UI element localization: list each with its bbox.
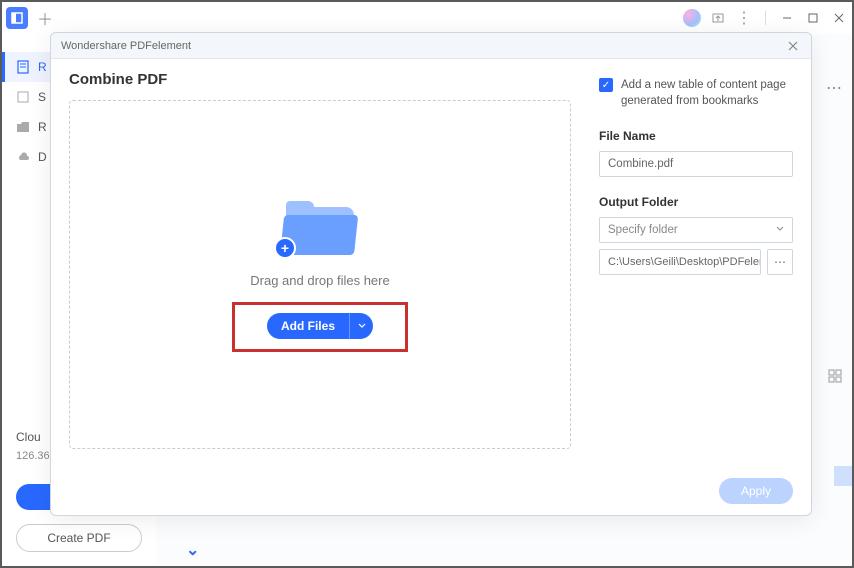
bottom-accent-icon: ⌄ [186,540,199,560]
add-files-highlight: Add Files [232,302,408,352]
edge-accent [834,466,852,486]
minimize-icon[interactable] [778,9,796,27]
apply-button[interactable]: Apply [719,478,793,504]
dialog-titlebar: Wondershare PDFelement [51,33,811,59]
create-pdf-button[interactable]: Create PDF [16,524,142,552]
combine-pdf-dialog: Wondershare PDFelement Combine PDF + Dra… [50,32,812,516]
file-name-input[interactable] [599,151,793,177]
share-icon[interactable] [709,9,727,27]
toc-checkbox[interactable]: ✓ [599,78,613,92]
sidebar-item-label: R [38,120,47,134]
sidebar-item-label: R [38,60,47,74]
star-icon [16,90,30,104]
plus-icon: + [274,237,296,259]
select-placeholder: Specify folder [608,224,678,236]
add-files-label: Add Files [267,319,349,333]
dialog-title: Wondershare PDFelement [61,40,191,52]
create-pdf-label: Create PDF [47,531,110,545]
window-titlebar: ＋ ⋮ [2,2,852,34]
overflow-icon[interactable]: ⋯ [826,78,842,98]
folder-icon [16,120,30,134]
drop-text: Drag and drop files here [250,273,389,288]
sidebar-item-label: D [38,150,47,164]
browse-button[interactable]: ⋯ [767,249,793,275]
file-name-label: File Name [599,129,793,143]
output-folder-label: Output Folder [599,195,793,209]
file-dropzone[interactable]: + Drag and drop files here Add Files [69,100,571,449]
close-icon[interactable] [830,9,848,27]
sidebar-item-label: S [38,90,46,104]
dialog-close-button[interactable] [785,38,801,54]
new-tab-button[interactable]: ＋ [34,7,56,29]
document-icon [16,60,30,74]
folder-path-value: C:\Users\Geili\Desktop\PDFelement\Cc [608,256,761,268]
maximize-icon[interactable] [804,9,822,27]
dialog-heading: Combine PDF [69,71,571,88]
divider [765,11,766,25]
toc-checkbox-label: Add a new table of content page generate… [621,77,793,109]
add-files-button[interactable]: Add Files [267,313,373,339]
folder-path-input[interactable]: C:\Users\Geili\Desktop\PDFelement\Cc [599,249,761,275]
folder-illustration: + [280,197,360,255]
cloud-icon [16,150,30,164]
apply-label: Apply [741,484,771,498]
more-icon[interactable]: ⋮ [735,9,753,27]
grid-view-icon[interactable] [828,369,842,388]
output-folder-select[interactable]: Specify folder [599,217,793,243]
chevron-down-icon [776,224,784,236]
add-files-dropdown[interactable] [349,313,373,339]
app-icon[interactable] [6,7,28,29]
account-icon[interactable] [683,9,701,27]
